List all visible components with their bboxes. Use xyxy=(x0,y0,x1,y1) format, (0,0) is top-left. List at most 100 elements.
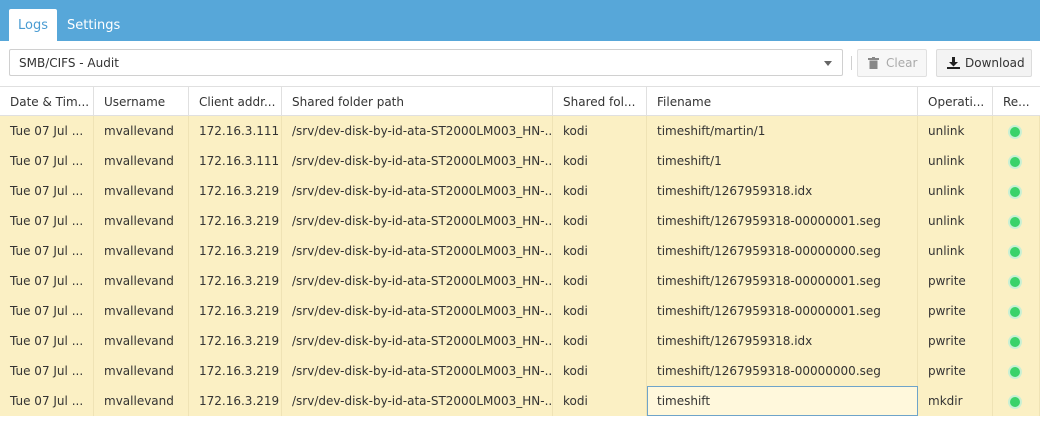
cell-shared-folder-path[interactable]: /srv/dev-disk-by-id-ata-ST2000LM003_HN-.… xyxy=(282,206,553,236)
cell-client-address[interactable]: 172.16.3.219 xyxy=(189,266,282,296)
cell-client-address[interactable]: 172.16.3.219 xyxy=(189,326,282,356)
cell-result[interactable] xyxy=(993,116,1040,146)
cell-operation[interactable]: unlink xyxy=(918,206,993,236)
tab-settings[interactable]: Settings xyxy=(58,9,129,41)
cell-client-address[interactable]: 172.16.3.219 xyxy=(189,236,282,266)
cell-client-address[interactable]: 172.16.3.111 xyxy=(189,146,282,176)
cell-username[interactable]: mvallevand xyxy=(94,176,189,206)
cell-client-address[interactable]: 172.16.3.219 xyxy=(189,176,282,206)
cell-shared-folder-path[interactable]: /srv/dev-disk-by-id-ata-ST2000LM003_HN-.… xyxy=(282,326,553,356)
table-row[interactable]: Tue 07 Jul ... mvallevand 172.16.3.219/srv… xyxy=(0,266,1040,296)
cell-shared-folder-path[interactable]: /srv/dev-disk-by-id-ata-ST2000LM003_HN-.… xyxy=(282,146,553,176)
cell-shared-folder-path[interactable]: /srv/dev-disk-by-id-ata-ST2000LM003_HN-.… xyxy=(282,266,553,296)
cell-username[interactable]: mvallevand xyxy=(94,326,189,356)
table-row[interactable]: Tue 07 Jul ... mvallevand 172.16.3.111/srv… xyxy=(0,146,1040,176)
table-row[interactable]: Tue 07 Jul ... mvallevand 172.16.3.219/srv… xyxy=(0,296,1040,326)
cell-shared-folder-path[interactable]: /srv/dev-disk-by-id-ata-ST2000LM003_HN-.… xyxy=(282,356,553,386)
cell-date[interactable]: Tue 07 Jul ... xyxy=(0,266,94,296)
table-row[interactable]: Tue 07 Jul ... mvallevand 172.16.3.219/srv… xyxy=(0,206,1040,236)
cell-result[interactable] xyxy=(993,266,1040,296)
cell-filename[interactable]: timeshift/1267959318-00000000.seg xyxy=(647,356,918,386)
cell-shared-folder[interactable]: kodi xyxy=(553,146,647,176)
cell-filename[interactable]: timeshift/1267959318-00000001.seg xyxy=(647,266,918,296)
cell-shared-folder[interactable]: kodi xyxy=(553,266,647,296)
cell-filename[interactable]: timeshift/1267959318.idx xyxy=(647,326,918,356)
cell-result[interactable] xyxy=(993,386,1040,416)
cell-username[interactable]: mvallevand xyxy=(94,146,189,176)
cell-operation[interactable]: unlink xyxy=(918,236,993,266)
cell-operation[interactable]: pwrite xyxy=(918,356,993,386)
cell-shared-folder[interactable]: kodi xyxy=(553,356,647,386)
cell-date[interactable]: Tue 07 Jul ... xyxy=(0,176,94,206)
cell-client-address[interactable]: 172.16.3.219 xyxy=(189,356,282,386)
column-header-date[interactable]: Date & Tim... xyxy=(0,87,94,117)
cell-date[interactable]: Tue 07 Jul ... xyxy=(0,296,94,326)
cell-date[interactable]: Tue 07 Jul ... xyxy=(0,356,94,386)
cell-shared-folder[interactable]: kodi xyxy=(553,116,647,146)
cell-filename[interactable]: timeshift xyxy=(647,386,918,416)
cell-client-address[interactable]: 172.16.3.219 xyxy=(189,386,282,416)
cell-shared-folder-path[interactable]: /srv/dev-disk-by-id-ata-ST2000LM003_HN-.… xyxy=(282,116,553,146)
cell-username[interactable]: mvallevand xyxy=(94,356,189,386)
cell-date[interactable]: Tue 07 Jul ... xyxy=(0,326,94,356)
cell-username[interactable]: mvallevand xyxy=(94,206,189,236)
cell-result[interactable] xyxy=(993,296,1040,326)
cell-filename[interactable]: timeshift/1267959318.idx xyxy=(647,176,918,206)
cell-date[interactable]: Tue 07 Jul ... xyxy=(0,206,94,236)
cell-result[interactable] xyxy=(993,176,1040,206)
cell-shared-folder[interactable]: kodi xyxy=(553,236,647,266)
cell-username[interactable]: mvallevand xyxy=(94,116,189,146)
table-row[interactable]: Tue 07 Jul ... mvallevand 172.16.3.219/srv… xyxy=(0,236,1040,266)
table-row[interactable]: Tue 07 Jul ... mvallevand 172.16.3.111/srv… xyxy=(0,116,1040,146)
cell-operation[interactable]: unlink xyxy=(918,146,993,176)
cell-shared-folder-path[interactable]: /srv/dev-disk-by-id-ata-ST2000LM003_HN-.… xyxy=(282,236,553,266)
table-row[interactable]: Tue 07 Jul ... mvallevand 172.16.3.219/srv… xyxy=(0,326,1040,356)
column-header-operation[interactable]: Operati... xyxy=(918,87,993,117)
clear-button[interactable]: Clear xyxy=(857,49,927,77)
cell-operation[interactable]: pwrite xyxy=(918,326,993,356)
tab-logs[interactable]: Logs xyxy=(9,9,57,41)
cell-shared-folder-path[interactable]: /srv/dev-disk-by-id-ata-ST2000LM003_HN-.… xyxy=(282,386,553,416)
cell-client-address[interactable]: 172.16.3.219 xyxy=(189,206,282,236)
cell-operation[interactable]: unlink xyxy=(918,116,993,146)
cell-operation[interactable]: unlink xyxy=(918,176,993,206)
cell-operation[interactable]: pwrite xyxy=(918,296,993,326)
column-header-result[interactable]: Re... xyxy=(993,87,1040,117)
cell-username[interactable]: mvallevand xyxy=(94,236,189,266)
column-header-username[interactable]: Username xyxy=(94,87,189,117)
table-row[interactable]: Tue 07 Jul ... mvallevand 172.16.3.219/srv… xyxy=(0,386,1040,416)
cell-result[interactable] xyxy=(993,146,1040,176)
cell-filename[interactable]: timeshift/1 xyxy=(647,146,918,176)
cell-username[interactable]: mvallevand xyxy=(94,266,189,296)
cell-date[interactable]: Tue 07 Jul ... xyxy=(0,116,94,146)
cell-date[interactable]: Tue 07 Jul ... xyxy=(0,146,94,176)
cell-filename[interactable]: timeshift/martin/1 xyxy=(647,116,918,146)
cell-filename[interactable]: timeshift/1267959318-00000001.seg xyxy=(647,296,918,326)
cell-shared-folder[interactable]: kodi xyxy=(553,326,647,356)
cell-client-address[interactable]: 172.16.3.111 xyxy=(189,116,282,146)
log-type-select[interactable]: SMB/CIFS - Audit xyxy=(9,49,843,76)
cell-filename[interactable]: timeshift/1267959318-00000000.seg xyxy=(647,236,918,266)
table-row[interactable]: Tue 07 Jul ... mvallevand 172.16.3.219/srv… xyxy=(0,356,1040,386)
cell-shared-folder[interactable]: kodi xyxy=(553,386,647,416)
cell-shared-folder[interactable]: kodi xyxy=(553,296,647,326)
cell-shared-folder[interactable]: kodi xyxy=(553,176,647,206)
download-button[interactable]: Download xyxy=(936,49,1032,77)
cell-shared-folder-path[interactable]: /srv/dev-disk-by-id-ata-ST2000LM003_HN-.… xyxy=(282,176,553,206)
cell-date[interactable]: Tue 07 Jul ... xyxy=(0,386,94,416)
column-header-shared-folder-path[interactable]: Shared folder path xyxy=(282,87,553,117)
cell-shared-folder[interactable]: kodi xyxy=(553,206,647,236)
table-row[interactable]: Tue 07 Jul ... mvallevand 172.16.3.219/srv… xyxy=(0,176,1040,206)
cell-client-address[interactable]: 172.16.3.219 xyxy=(189,296,282,326)
cell-username[interactable]: mvallevand xyxy=(94,386,189,416)
cell-shared-folder-path[interactable]: /srv/dev-disk-by-id-ata-ST2000LM003_HN-.… xyxy=(282,296,553,326)
cell-username[interactable]: mvallevand xyxy=(94,296,189,326)
column-header-client-address[interactable]: Client addr... xyxy=(189,87,282,117)
cell-result[interactable] xyxy=(993,206,1040,236)
column-header-filename[interactable]: Filename xyxy=(647,87,918,117)
column-header-shared-folder[interactable]: Shared fol... xyxy=(553,87,647,117)
cell-operation[interactable]: pwrite xyxy=(918,266,993,296)
cell-result[interactable] xyxy=(993,356,1040,386)
cell-date[interactable]: Tue 07 Jul ... xyxy=(0,236,94,266)
cell-filename[interactable]: timeshift/1267959318-00000001.seg xyxy=(647,206,918,236)
